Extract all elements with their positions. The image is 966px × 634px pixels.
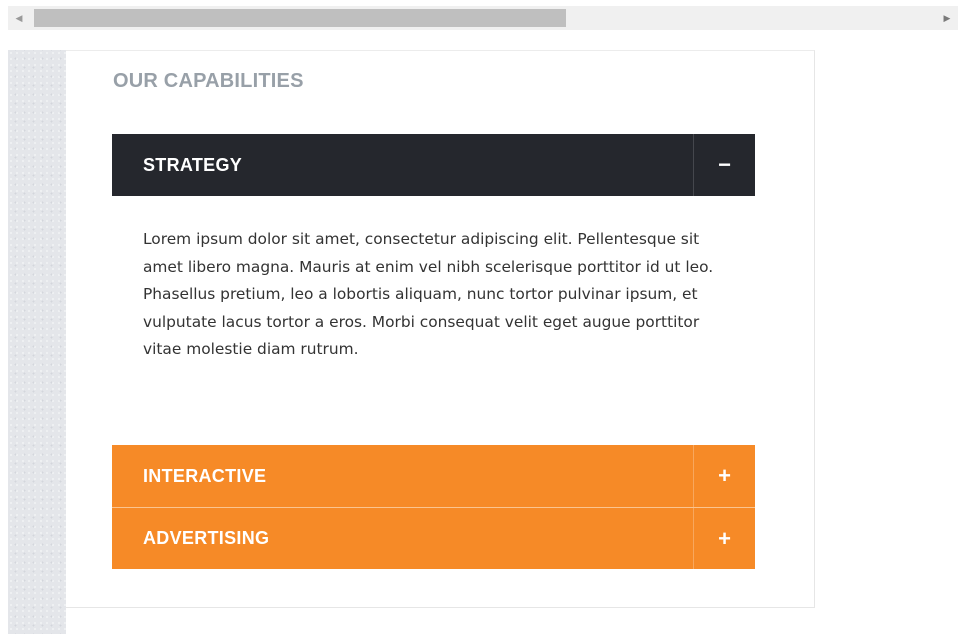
accordion-header-interactive[interactable]: INTERACTIVE + xyxy=(112,445,755,507)
section-title: OUR CAPABILITIES xyxy=(113,70,304,92)
scroll-right-arrow-icon[interactable]: ▶ xyxy=(936,6,958,30)
textured-background xyxy=(8,50,66,634)
plus-icon[interactable]: + xyxy=(693,508,755,569)
scrollbar-thumb[interactable] xyxy=(34,9,566,27)
accordion-label: INTERACTIVE xyxy=(143,465,267,486)
minus-icon[interactable]: − xyxy=(693,134,755,196)
scroll-left-arrow-icon[interactable]: ◀ xyxy=(8,6,30,30)
accordion-label: ADVERTISING xyxy=(143,528,270,548)
plus-icon[interactable]: + xyxy=(693,445,755,507)
accordion-header-strategy[interactable]: STRATEGY − xyxy=(112,134,755,196)
accordion-header-advertising[interactable]: ADVERTISING + xyxy=(112,507,755,569)
accordion-content-strategy: Lorem ipsum dolor sit amet, consectetur … xyxy=(143,230,714,358)
accordion-label: STRATEGY xyxy=(143,154,243,175)
horizontal-scrollbar[interactable]: ◀ ▶ xyxy=(8,6,958,30)
